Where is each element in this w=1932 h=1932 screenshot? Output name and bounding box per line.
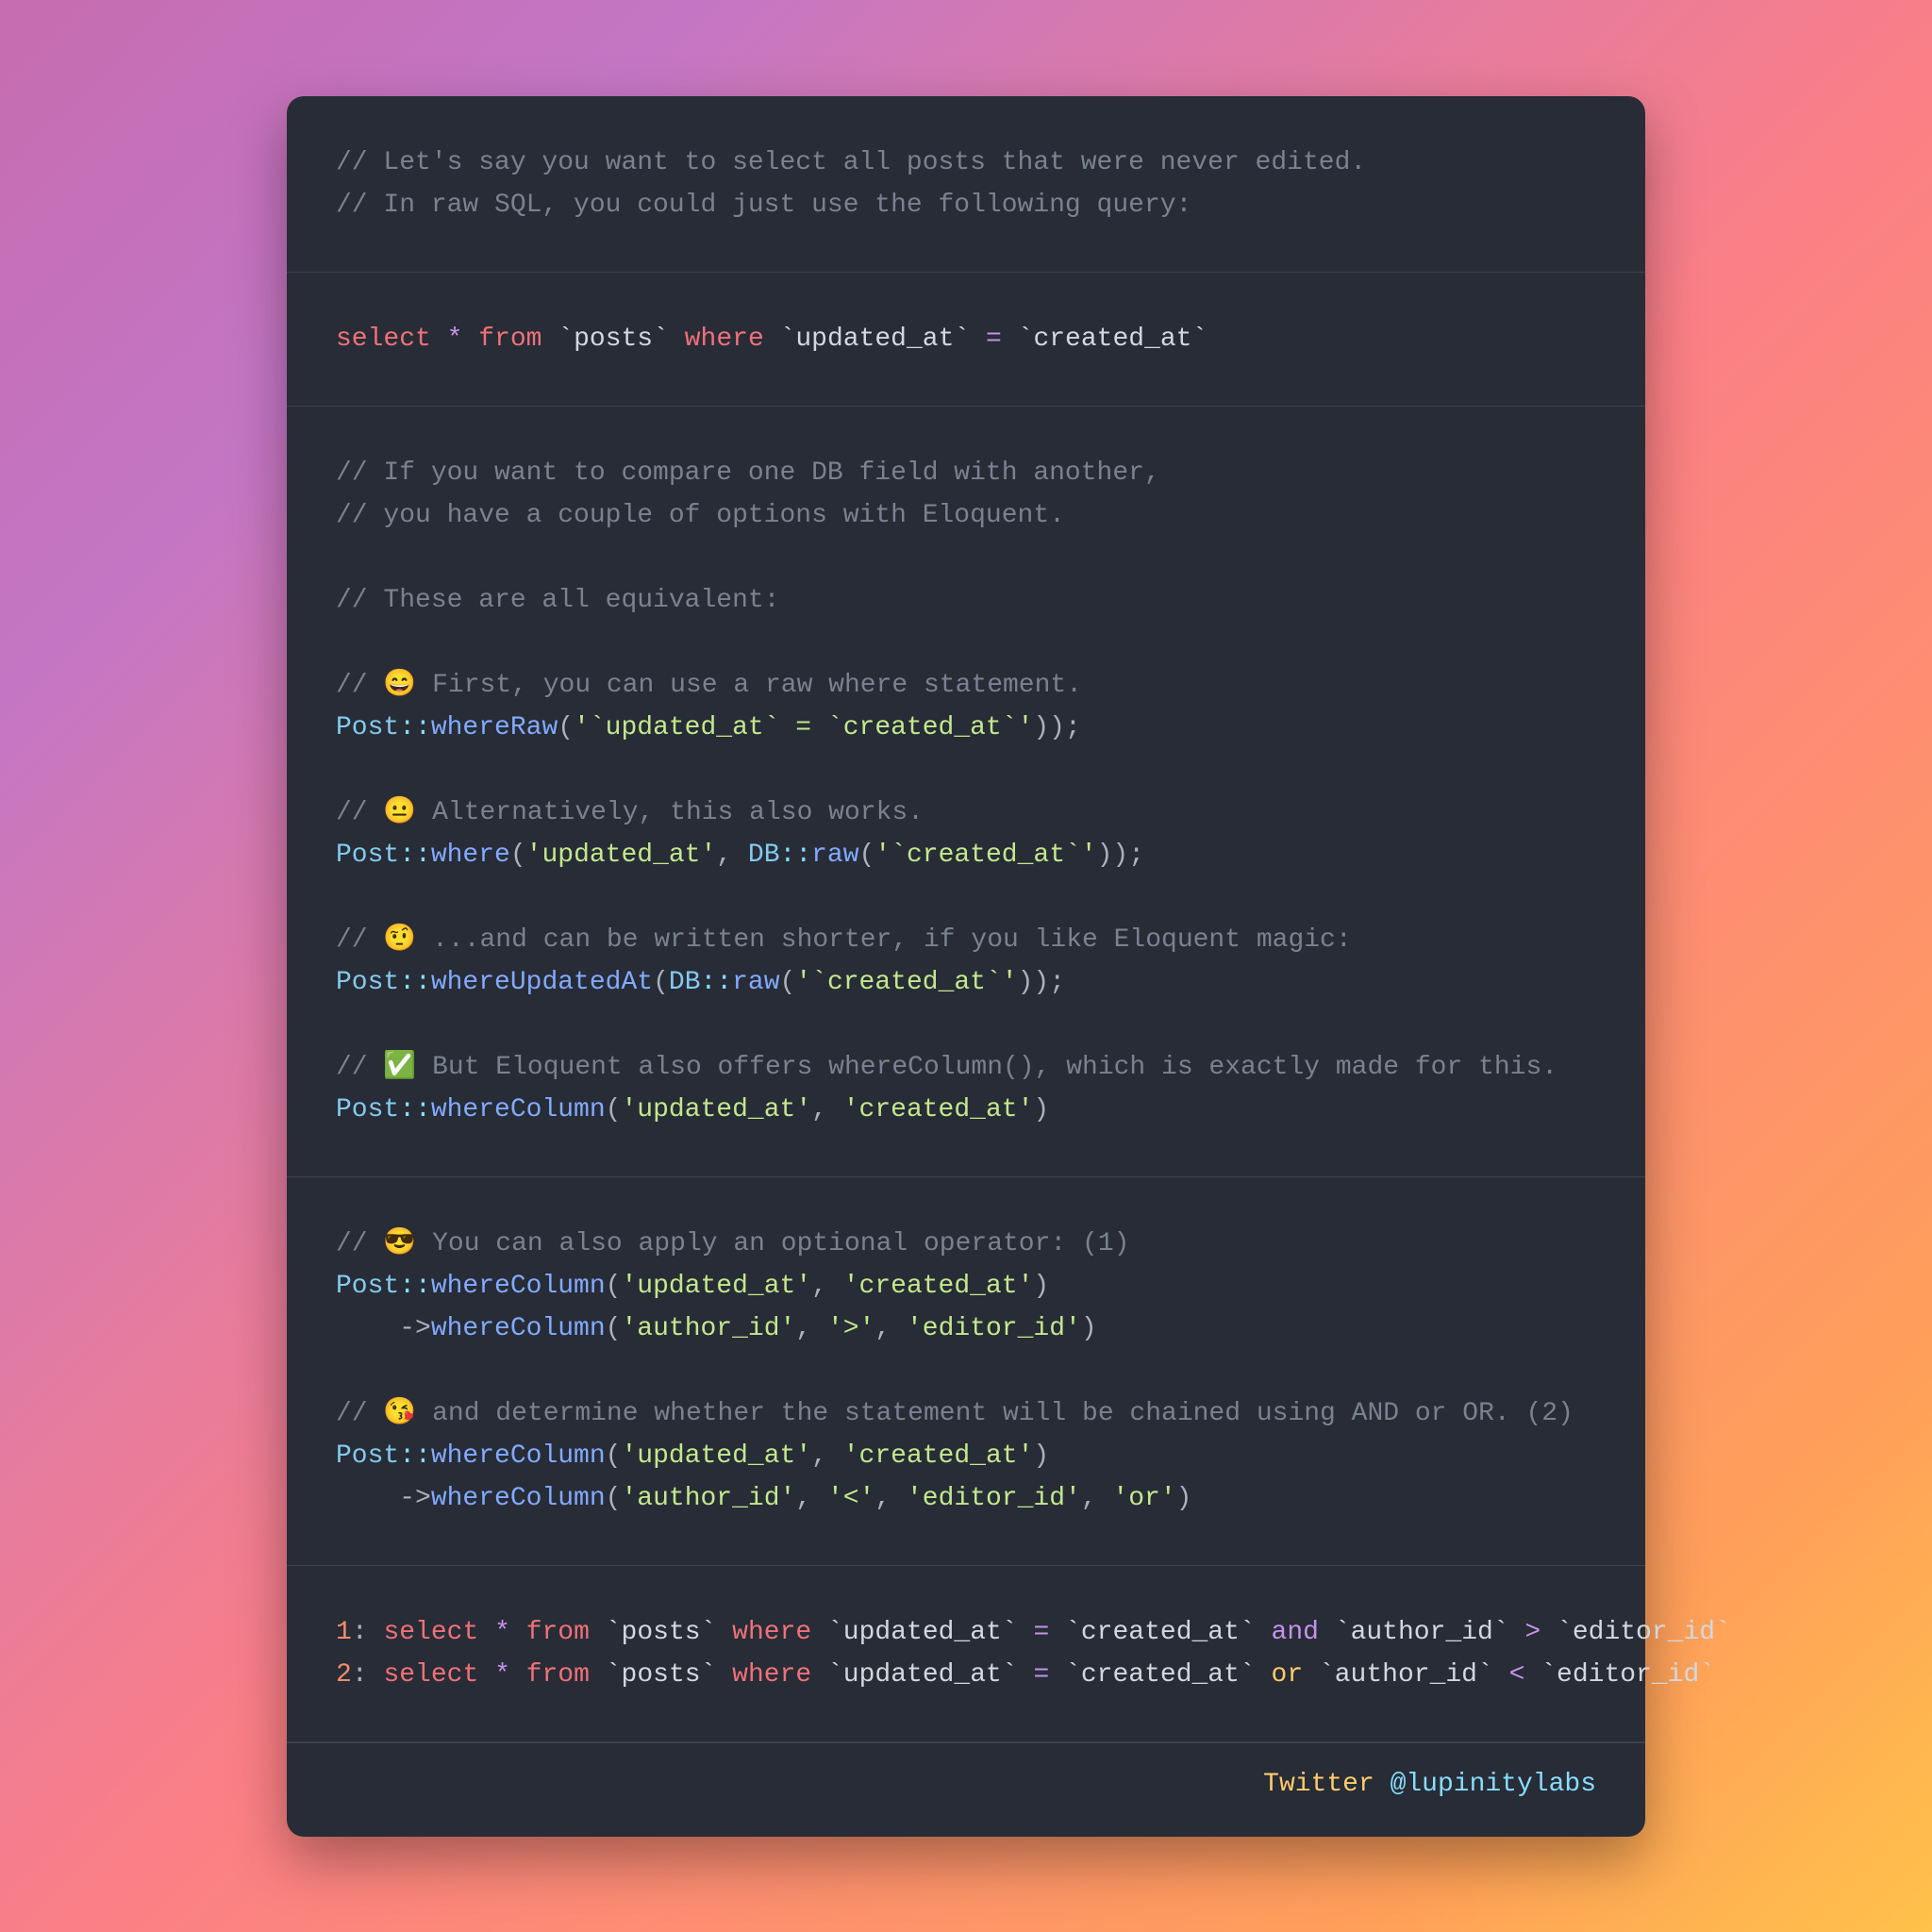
comment: // Let's say you want to select all post… xyxy=(336,148,1366,177)
emoji-cool-icon: 😎 xyxy=(383,1229,416,1258)
footer: Twitter @lupinitylabs xyxy=(287,1742,1645,1837)
footer-handle: @lupinitylabs xyxy=(1391,1770,1596,1799)
section-sql-1: select * from `posts` where `updated_at`… xyxy=(287,273,1645,407)
section-advanced: // 😎 You can also apply an optional oper… xyxy=(287,1177,1645,1566)
emoji-raised-brow-icon: 🤨 xyxy=(383,925,416,955)
emoji-smile-icon: 😄 xyxy=(383,671,416,700)
section-sql-result: 1: select * from `posts` where `updated_… xyxy=(287,1566,1645,1742)
section-options: // If you want to compare one DB field w… xyxy=(287,407,1645,1177)
code-card: // Let's say you want to select all post… xyxy=(287,96,1645,1837)
comment: // In raw SQL, you could just use the fo… xyxy=(336,191,1191,220)
emoji-neutral-icon: 😐 xyxy=(383,798,416,827)
emoji-check-icon: ✅ xyxy=(383,1053,416,1082)
section-intro: // Let's say you want to select all post… xyxy=(287,96,1645,273)
footer-twitter-label: Twitter xyxy=(1263,1770,1390,1799)
gradient-background: // Let's say you want to select all post… xyxy=(0,0,1932,1932)
emoji-kiss-icon: 😘 xyxy=(383,1399,416,1428)
